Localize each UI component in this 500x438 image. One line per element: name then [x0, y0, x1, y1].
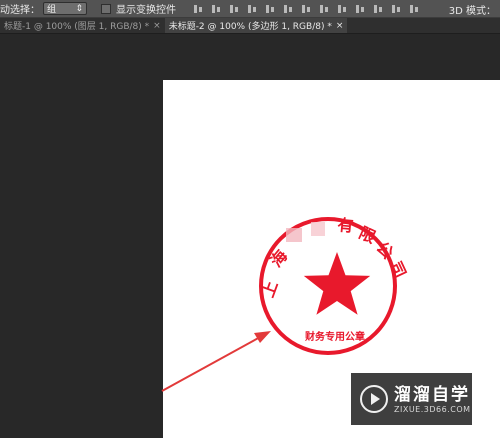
watermark-brand: 溜溜自学	[394, 384, 470, 405]
seal-bottom-text: 财务专用公章	[304, 330, 365, 343]
seal-star-icon	[303, 252, 371, 315]
blurred-char-mask	[286, 228, 302, 242]
seal-char-5: 有	[337, 215, 355, 235]
annotation-arrow	[161, 331, 271, 392]
watermark-badge: 溜溜自学 ZIXUE.3D66.COM	[351, 373, 472, 425]
blurred-char-mask	[311, 222, 325, 236]
play-logo-icon	[360, 385, 388, 413]
watermark-url: ZIXUE.3D66.COM	[394, 404, 471, 414]
company-seal: 上 海 有 限 公 司 财务专用公章	[258, 215, 410, 355]
